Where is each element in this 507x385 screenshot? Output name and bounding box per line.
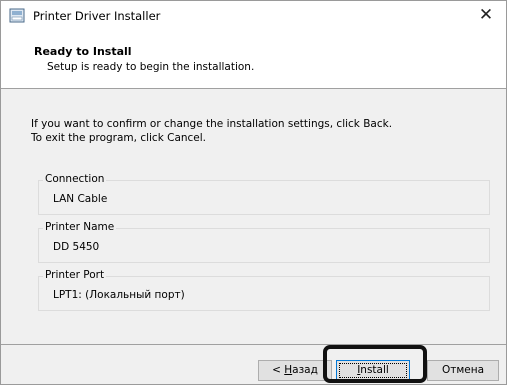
- instruction-line: If you want to confirm or change the ins…: [31, 118, 393, 130]
- printer-installer-icon: [9, 8, 25, 23]
- page-subtitle: Setup is ready to begin the installation…: [47, 61, 255, 73]
- back-button[interactable]: < Назад: [258, 360, 332, 381]
- printer-name-value: DD 5450: [53, 241, 100, 253]
- back-accelerator: Н: [284, 364, 293, 376]
- printer-port-label: Printer Port: [43, 269, 107, 281]
- back-label: азад: [292, 364, 318, 376]
- cancel-button[interactable]: Отмена: [427, 360, 499, 381]
- close-button[interactable]: ✕: [466, 1, 506, 31]
- connection-label: Connection: [43, 173, 107, 185]
- cancel-label: Отмена: [441, 364, 485, 376]
- close-icon: ✕: [478, 5, 494, 25]
- printer-port-group: Printer Port LPT1: (Локальный порт): [38, 269, 490, 311]
- instructions: If you want to confirm or change the ins…: [31, 117, 392, 145]
- title-bar: Printer Driver Installer ✕: [1, 1, 506, 31]
- printer-name-group: Printer Name DD 5450: [38, 221, 490, 263]
- printer-port-value: LPT1: (Локальный порт): [53, 289, 185, 301]
- window-title: Printer Driver Installer: [33, 9, 161, 23]
- page-title: Ready to Install: [34, 45, 132, 58]
- back-prefix: <: [272, 364, 285, 376]
- installer-window: Printer Driver Installer ✕ Ready to Inst…: [0, 0, 507, 385]
- connection-group: Connection LAN Cable: [38, 173, 490, 215]
- printer-name-label: Printer Name: [43, 221, 117, 233]
- install-highlight-ring: [323, 345, 427, 383]
- connection-value: LAN Cable: [53, 193, 108, 205]
- button-separator: [1, 344, 506, 345]
- instruction-line: To exit the program, click Cancel.: [31, 132, 207, 144]
- wizard-header: Ready to Install Setup is ready to begin…: [1, 31, 506, 89]
